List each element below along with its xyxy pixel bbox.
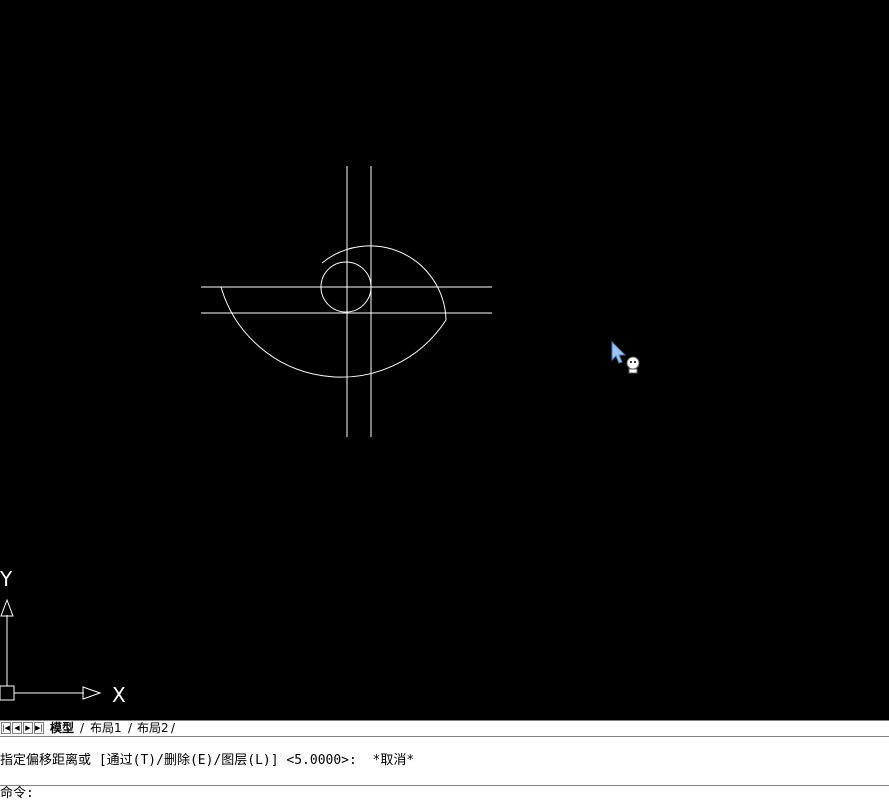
ucs-origin-box [0,685,15,701]
ucs-x-arrow [82,686,102,700]
lower-large-arc[interactable] [220,286,447,378]
command-window[interactable]: 指定偏移距离或 [通过(T)/删除(E)/图层(L)] <5.0000>: *取… [0,736,889,802]
command-input-row[interactable]: 命令: [0,785,889,802]
last-icon: ▶| [35,724,43,732]
tab-next-button[interactable]: ▶ [23,722,33,734]
drawing-svg [0,166,640,701]
tab-model-label: 模型 [50,721,75,735]
tab-separator: / [80,721,85,735]
tab-last-button[interactable]: ▶| [34,722,44,734]
tab-model[interactable]: 模型 [46,721,78,736]
ucs-icon [0,598,102,701]
mouse-cursor-icon [611,340,640,374]
drawing-canvas[interactable]: Y X [0,0,889,720]
tab-layout1-label: 布局1 [90,721,122,735]
prev-icon: ◀ [14,724,20,732]
ucs-y-arrow [0,598,14,617]
tab-separator: / [128,721,133,735]
cad-window: Y X |◀ ◀ ▶ ▶| 模型 / 布局1 / 布局2 / 指定偏移距离或 [… [0,0,889,802]
first-icon: |◀ [2,724,10,732]
tab-first-button[interactable]: |◀ [1,722,11,734]
ucs-x-label: X [112,683,126,707]
upper-right-arc[interactable] [321,245,447,321]
tab-prev-button[interactable]: ◀ [12,722,22,734]
tab-layout2[interactable]: 布局2 [133,721,173,736]
layout-tab-bar: |◀ ◀ ▶ ▶| 模型 / 布局1 / 布局2 / [0,720,889,736]
next-icon: ▶ [25,724,31,732]
tab-layout1[interactable]: 布局1 [86,721,126,736]
tab-layout2-label: 布局2 [137,721,169,735]
command-history-line-2: 指定偏移距离或 [通过(T)/删除(E)/图层(L)] <5.0000>: *取… [0,753,415,768]
tab-separator: / [171,721,176,735]
command-prompt[interactable]: 命令: [0,786,889,802]
ucs-y-label: Y [0,567,13,591]
